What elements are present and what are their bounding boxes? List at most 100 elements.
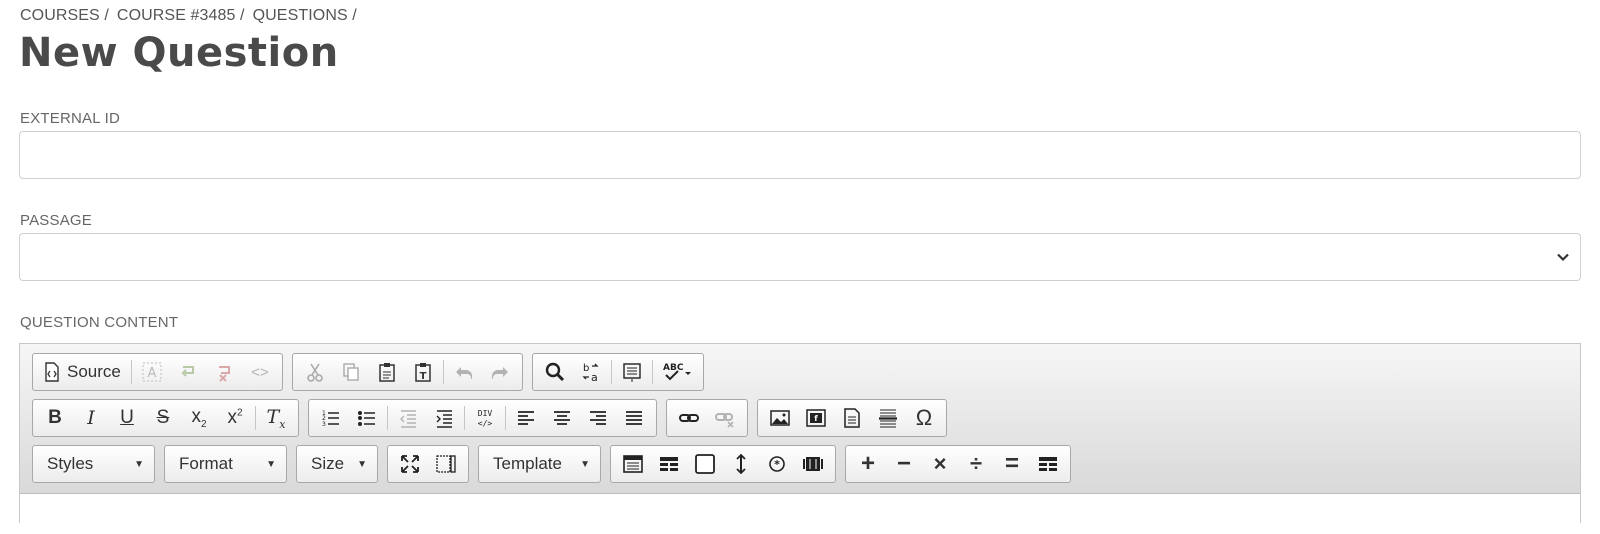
- align-right-icon[interactable]: [580, 403, 616, 433]
- replace-icon[interactable]: ba: [573, 357, 609, 387]
- svg-text:a: a: [591, 371, 598, 383]
- breadcrumb-course[interactable]: COURSE #3485 /: [117, 7, 245, 25]
- styles-label: Styles: [47, 454, 94, 473]
- horizontal-rule-icon[interactable]: [870, 403, 906, 433]
- external-id-input[interactable]: [19, 131, 1581, 179]
- page-title: New Question: [19, 30, 339, 76]
- create-div-icon[interactable]: DIV </>: [467, 403, 503, 433]
- increase-indent-icon[interactable]: [426, 403, 462, 433]
- svg-text:DIV: DIV: [478, 409, 493, 418]
- paste-text-icon[interactable]: T: [405, 357, 441, 387]
- special-char-icon[interactable]: Ω: [906, 403, 942, 433]
- links-group: [666, 399, 748, 437]
- caret-down-icon: ▼: [580, 458, 590, 470]
- reply-icon[interactable]: [170, 357, 206, 387]
- passage-select[interactable]: [19, 233, 1581, 281]
- source-button[interactable]: Source: [37, 357, 129, 387]
- table-group: *: [610, 445, 836, 483]
- insert-group: f Ω: [757, 399, 947, 437]
- size-label: Size: [311, 454, 345, 473]
- flash-icon[interactable]: f: [798, 403, 834, 433]
- media-embed-icon[interactable]: [795, 449, 831, 479]
- numbered-list-icon[interactable]: 123: [313, 403, 349, 433]
- caret-down-icon: ▼: [357, 458, 367, 470]
- chevron-down-icon: [1557, 253, 1569, 262]
- code-icon[interactable]: <>: [242, 357, 278, 387]
- line-height-icon[interactable]: [723, 449, 759, 479]
- equals-icon[interactable]: =: [994, 449, 1030, 479]
- align-center-icon[interactable]: [544, 403, 580, 433]
- svg-text:f: f: [814, 414, 818, 423]
- undo-icon[interactable]: [446, 357, 482, 387]
- document-group: Source A <>: [32, 353, 283, 391]
- styles-dropdown[interactable]: Styles ▼: [32, 445, 155, 483]
- plus-icon[interactable]: +: [850, 449, 886, 479]
- editor-toolbar: Source A <> T ba ABC B I U S x2 x2 Tx 1 …: [20, 344, 1580, 494]
- bold-icon[interactable]: B: [37, 403, 73, 433]
- decrease-indent-icon[interactable]: [390, 403, 426, 433]
- svg-text:T: T: [419, 371, 426, 382]
- spellcheck-icon: ABC: [663, 363, 691, 381]
- breadcrumb-questions[interactable]: QUESTIONS /: [253, 7, 357, 25]
- rich-text-editor: Source A <> T ba ABC B I U S x2 x2 Tx 1 …: [19, 343, 1581, 534]
- svg-text:A: A: [147, 366, 156, 381]
- format-dropdown[interactable]: Format ▼: [164, 445, 287, 483]
- breadcrumb-courses[interactable]: COURSES /: [20, 7, 109, 25]
- unlink-icon[interactable]: [707, 403, 743, 433]
- question-content-label: QUESTION CONTENT: [20, 314, 179, 331]
- size-dropdown[interactable]: Size ▼: [296, 445, 378, 483]
- source-label: Source: [67, 362, 121, 381]
- remove-comment-icon[interactable]: [206, 357, 242, 387]
- spellcheck-button[interactable]: ABC: [655, 357, 699, 387]
- times-icon[interactable]: ×: [922, 449, 958, 479]
- strikethrough-icon[interactable]: S: [145, 403, 181, 433]
- image-icon[interactable]: [762, 403, 798, 433]
- checkbox-icon[interactable]: [687, 449, 723, 479]
- show-blocks-icon[interactable]: [614, 357, 650, 387]
- basic-styles-group: B I U S x2 x2 Tx: [32, 399, 299, 437]
- subscript-icon[interactable]: x2: [181, 403, 217, 433]
- align-left-icon[interactable]: [508, 403, 544, 433]
- caret-down-icon: ▼: [266, 458, 276, 470]
- copy-icon[interactable]: [333, 357, 369, 387]
- svg-text:3: 3: [322, 421, 326, 428]
- clipboard-group: T: [291, 353, 523, 391]
- paragraph-group: 123 DIV </>: [308, 399, 657, 437]
- passage-label: PASSAGE: [20, 212, 92, 229]
- paste-icon[interactable]: [369, 357, 405, 387]
- select-all-icon[interactable]: A: [134, 357, 170, 387]
- external-id-label: EXTERNAL ID: [20, 110, 121, 127]
- divide-icon[interactable]: ÷: [958, 449, 994, 479]
- justify-icon[interactable]: [616, 403, 652, 433]
- link-icon[interactable]: [671, 403, 707, 433]
- minus-icon[interactable]: −: [886, 449, 922, 479]
- svg-text:b: b: [583, 363, 589, 374]
- math-group: + − × ÷ =: [845, 445, 1071, 483]
- table-icon[interactable]: [615, 449, 651, 479]
- svg-text:ABC: ABC: [663, 363, 684, 373]
- svg-text:</>: </>: [478, 419, 493, 428]
- template-dropdown[interactable]: Template ▼: [478, 445, 601, 483]
- autogrow-icon[interactable]: [428, 449, 464, 479]
- page-break-icon[interactable]: [834, 403, 870, 433]
- svg-text:*: *: [774, 458, 780, 471]
- tools-group: [387, 445, 469, 483]
- bulleted-list-icon[interactable]: [349, 403, 385, 433]
- format-label: Format: [179, 454, 233, 473]
- remove-format-icon[interactable]: Tx: [258, 403, 294, 433]
- editing-group: ba ABC: [531, 353, 704, 391]
- italic-icon[interactable]: I: [73, 403, 109, 433]
- maximize-icon[interactable]: [392, 449, 428, 479]
- source-icon: [45, 362, 59, 382]
- superscript-icon[interactable]: x2: [217, 403, 253, 433]
- table-rows-icon[interactable]: [651, 449, 687, 479]
- cut-icon[interactable]: [297, 357, 333, 387]
- editor-content-area[interactable]: [20, 494, 1580, 534]
- template-label: Template: [493, 454, 562, 473]
- placeholder-icon[interactable]: *: [759, 449, 795, 479]
- table-layout-icon[interactable]: [1030, 449, 1066, 479]
- breadcrumb: COURSES / COURSE #3485 / QUESTIONS /: [20, 7, 357, 25]
- underline-icon[interactable]: U: [109, 403, 145, 433]
- find-icon[interactable]: [537, 357, 573, 387]
- redo-icon[interactable]: [482, 357, 518, 387]
